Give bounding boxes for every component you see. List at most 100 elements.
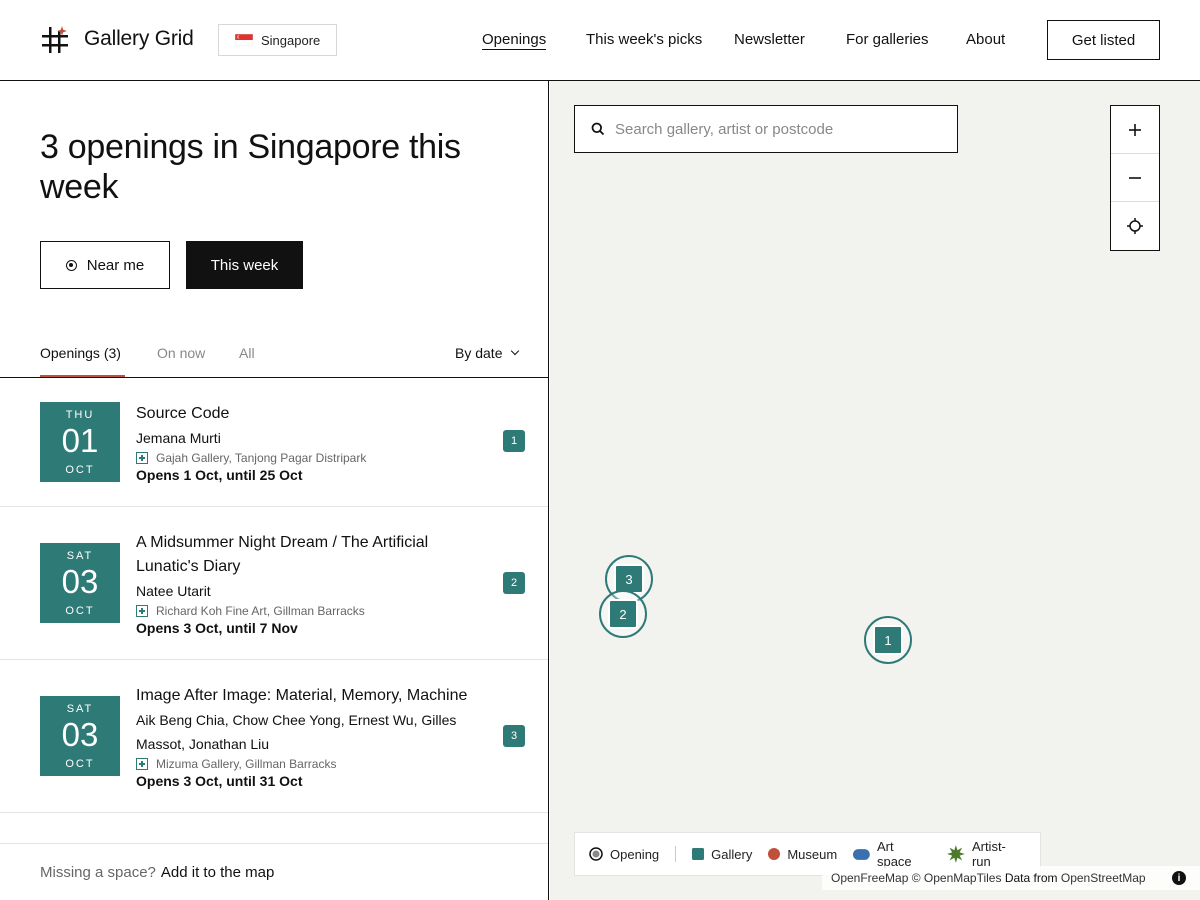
date-badge: SAT 03 OCT [40,543,120,623]
missing-space-footer: Missing a space? Add it to the map [0,843,548,900]
exhibition-artists: Natee Utarit [136,583,211,599]
country-selector[interactable]: Singapore [218,24,337,56]
brand-name[interactable]: Gallery Grid [84,27,194,51]
map-marker[interactable]: 2 [599,590,647,638]
sort-dropdown[interactable]: By date [455,345,520,361]
exhibition-artists: Jemana Murti [136,430,221,446]
zoom-out-button[interactable] [1111,154,1159,202]
site-header: Gallery Grid Singapore Openings This wee… [0,0,1200,81]
exhibition-title[interactable]: Image After Image: Material, Memory, Mac… [136,684,496,708]
list-item[interactable]: SAT 03 OCT A Midsummer Night Dream / The… [0,507,548,660]
month: OCT [65,464,95,476]
map-number-badge: 3 [503,725,525,747]
map-number-badge: 1 [503,430,525,452]
locate-me-button[interactable] [1111,202,1159,250]
museum-circle-icon [768,848,781,860]
near-me-label: Near me [86,256,145,274]
exhibition-dates: Opens 3 Oct, until 7 Nov [136,620,298,636]
legend-museum: Museum [768,847,837,862]
legend-label: Gallery [711,846,753,862]
map-search-box[interactable] [574,105,958,153]
missing-space-text: Missing a space? [40,863,156,881]
exhibition-venue: Mizuma Gallery, Gillman Barracks [136,757,336,771]
exhibition-venue: Gajah Gallery, Tanjong Pagar Distripark [136,451,366,465]
sort-label: By date [455,345,503,361]
marker-number: 2 [608,599,638,629]
opening-ring-icon [589,847,603,861]
search-icon [591,122,605,136]
minus-icon [1129,176,1141,179]
map-marker[interactable]: 1 [864,616,912,664]
exhibition-dates: Opens 1 Oct, until 25 Oct [136,467,303,483]
venue-name: Gajah Gallery, Tanjong Pagar Distripark [156,451,367,465]
location-target-icon [65,259,77,271]
add-to-map-link[interactable]: Add it to the map [161,864,274,881]
gallery-icon [136,452,148,464]
legend-divider [675,846,677,862]
active-tab-indicator [40,375,125,377]
this-week-button[interactable]: This week [186,241,303,289]
tab-openings[interactable]: Openings (3) [40,345,121,361]
map-attribution: OpenFreeMap © OpenMapTiles Data from Ope… [822,866,1200,890]
legend-art-space: Art space [853,839,931,869]
legend-label: Art space [876,839,912,869]
list-item[interactable]: THU 01 OCT Source Code Jemana Murti Gaja… [0,378,548,507]
singapore-flag-icon [234,33,254,47]
tab-all[interactable]: All [239,345,255,361]
day-number: 01 [61,422,99,459]
country-label: Singapore [261,32,321,48]
get-listed-button[interactable]: Get listed [1047,20,1160,60]
gallery-icon [136,758,148,770]
legend-label: Opening [610,846,660,862]
legend-label: Artist-run [971,839,1006,869]
marker-number: 1 [873,625,903,655]
nav-about[interactable]: About [966,31,1005,48]
date-badge: SAT 03 OCT [40,696,120,776]
crosshair-icon [1127,218,1143,234]
day-of-week: SAT [66,703,94,715]
art-space-pill-icon [853,848,870,860]
exhibition-artists: Aik Beng Chia, Chow Chee Yong, Ernest Wu… [136,712,457,752]
map-number-badge: 2 [503,572,525,594]
exhibition-dates: Opens 3 Oct, until 31 Oct [136,773,303,789]
legend-gallery: Gallery [692,847,752,862]
exhibition-venue: Richard Koh Fine Art, Gillman Barracks [136,604,365,618]
nav-newsletter[interactable]: Newsletter [734,31,805,48]
gallery-grid-logo-icon[interactable] [40,25,70,55]
search-input[interactable] [615,120,935,138]
exhibition-title[interactable]: A Midsummer Night Dream / The Artificial… [136,531,476,579]
listing-tabs: Openings (3) On now All By date [0,331,548,378]
artist-run-star-icon [947,845,965,863]
zoom-in-button[interactable] [1111,106,1159,154]
page-title: 3 openings in Singapore this week [40,128,461,206]
attribution-openmaptiles-link[interactable]: © OpenMapTiles [912,871,1002,885]
list-item[interactable]: SAT 03 OCT Image After Image: Material, … [0,660,548,813]
legend-artist-run: Artist-run [947,839,1024,869]
tab-on-now[interactable]: On now [157,345,205,361]
near-me-button[interactable]: Near me [40,241,170,289]
nav-openings[interactable]: Openings [482,31,547,50]
attribution-openfreemap-link[interactable]: OpenFreeMap [831,871,908,885]
nav-for-galleries[interactable]: For galleries [846,31,929,48]
legend-opening: Opening [589,847,659,862]
date-badge: THU 01 OCT [40,402,120,482]
map-zoom-controls [1110,105,1160,251]
info-icon[interactable]: i [1172,871,1186,885]
day-number: 03 [61,563,99,600]
month: OCT [65,605,95,617]
day-of-week: THU [65,409,95,421]
venue-name: Mizuma Gallery, Gillman Barracks [156,757,337,771]
day-number: 03 [61,716,99,753]
gallery-icon [136,605,148,617]
attribution-data-from: Data from [1004,871,1058,885]
plus-icon [1129,123,1141,136]
venue-name: Richard Koh Fine Art, Gillman Barracks [156,604,365,618]
attribution-openstreetmap-link[interactable]: OpenStreetMap [1061,871,1146,885]
day-of-week: SAT [66,550,94,562]
nav-this-weeks-picks[interactable]: This week's picks [586,31,702,48]
map-view[interactable]: 3 2 1 Opening Gallery Museum [550,81,1200,900]
gallery-square-icon [692,848,705,860]
exhibition-title[interactable]: Source Code [136,402,496,426]
openings-panel: 3 openings in Singapore this week Near m… [0,81,549,900]
legend-label: Museum [787,846,838,862]
